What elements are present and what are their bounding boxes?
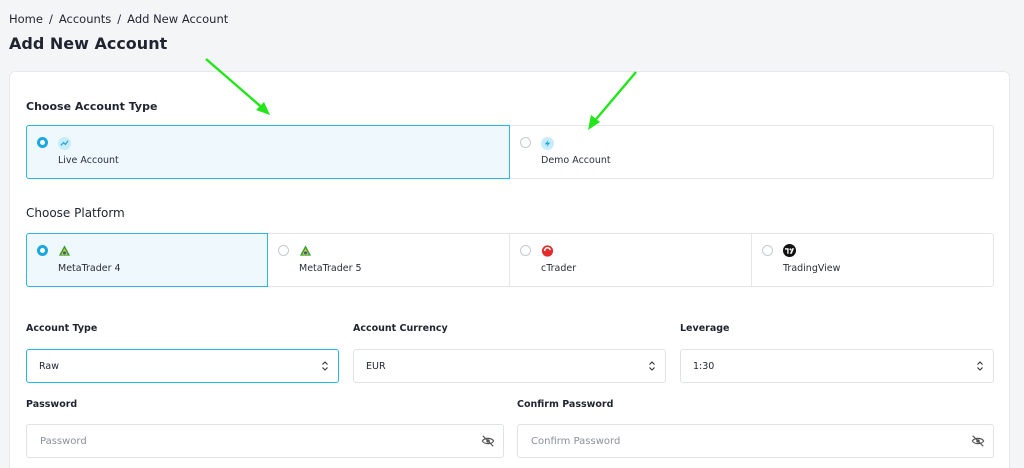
ctrader-label: cTrader — [541, 263, 577, 274]
account-type-field-label: Account Type — [26, 323, 98, 334]
annotation-arrow-icon — [205, 58, 270, 115]
confirm-password-input[interactable]: Confirm Password — [517, 424, 994, 458]
password-placeholder: Password — [40, 435, 87, 447]
account-currency-field-label: Account Currency — [353, 323, 448, 334]
metatrader-5-option[interactable]: MetaTrader 5 — [268, 233, 510, 287]
leverage-value: 1:30 — [693, 360, 715, 372]
account-type-value: Raw — [39, 360, 59, 372]
page-title: Add New Account — [9, 34, 168, 53]
metatrader-4-option[interactable]: MetaTrader 4 — [26, 233, 268, 287]
tradingview-option[interactable]: TradingView — [752, 233, 994, 287]
tradingview-label: TradingView — [783, 263, 841, 274]
demo-account-label: Demo Account — [541, 155, 611, 166]
platform-options: MetaTrader 4 MetaTrader 5 cTrader Tradin… — [26, 233, 994, 287]
password-input[interactable]: Password — [26, 424, 504, 458]
form-card: Choose Account Type Live Account Demo Ac… — [9, 71, 1010, 468]
demo-icon — [541, 137, 554, 150]
live-account-label: Live Account — [58, 155, 119, 166]
account-currency-select[interactable]: EUR — [353, 349, 666, 383]
chevron-up-down-icon — [649, 361, 655, 371]
confirm-password-placeholder: Confirm Password — [531, 435, 621, 447]
chevron-up-down-icon — [977, 361, 983, 371]
live-account-option[interactable]: Live Account — [26, 125, 510, 179]
breadcrumb-accounts[interactable]: Accounts — [59, 12, 111, 26]
breadcrumb: Home / Accounts / Add New Account — [9, 12, 228, 26]
breadcrumb-separator: / — [117, 12, 122, 26]
metatrader-5-label: MetaTrader 5 — [299, 263, 362, 274]
chevron-up-down-icon — [322, 361, 328, 371]
leverage-field-label: Leverage — [680, 323, 730, 334]
breadcrumb-current: Add New Account — [127, 12, 229, 26]
metatrader-5-icon — [299, 244, 312, 257]
account-type-section-label: Choose Account Type — [26, 100, 158, 113]
account-currency-value: EUR — [366, 360, 386, 372]
eye-off-icon[interactable] — [481, 434, 495, 448]
platform-section-label: Choose Platform — [26, 206, 125, 220]
demo-account-radio[interactable] — [520, 137, 531, 148]
leverage-select[interactable]: 1:30 — [680, 349, 994, 383]
ctrader-icon — [541, 244, 554, 257]
metatrader-5-radio[interactable] — [278, 245, 289, 256]
password-field-label: Password — [26, 399, 78, 410]
demo-account-option[interactable]: Demo Account — [510, 125, 994, 179]
live-account-radio[interactable] — [37, 137, 48, 148]
breadcrumb-home[interactable]: Home — [9, 12, 43, 26]
breadcrumb-separator: / — [48, 12, 53, 26]
tradingview-radio[interactable] — [762, 245, 773, 256]
eye-off-icon[interactable] — [971, 434, 985, 448]
metatrader-4-label: MetaTrader 4 — [58, 263, 121, 274]
annotation-arrow-icon — [588, 71, 637, 130]
ctrader-radio[interactable] — [520, 245, 531, 256]
metatrader-4-radio[interactable] — [37, 245, 48, 256]
tradingview-icon — [783, 244, 796, 257]
ctrader-option[interactable]: cTrader — [510, 233, 752, 287]
account-type-options: Live Account Demo Account — [26, 125, 994, 179]
account-type-select[interactable]: Raw — [26, 349, 339, 383]
confirm-password-field-label: Confirm Password — [517, 399, 614, 410]
live-icon — [58, 137, 71, 150]
metatrader-4-icon — [58, 244, 71, 257]
